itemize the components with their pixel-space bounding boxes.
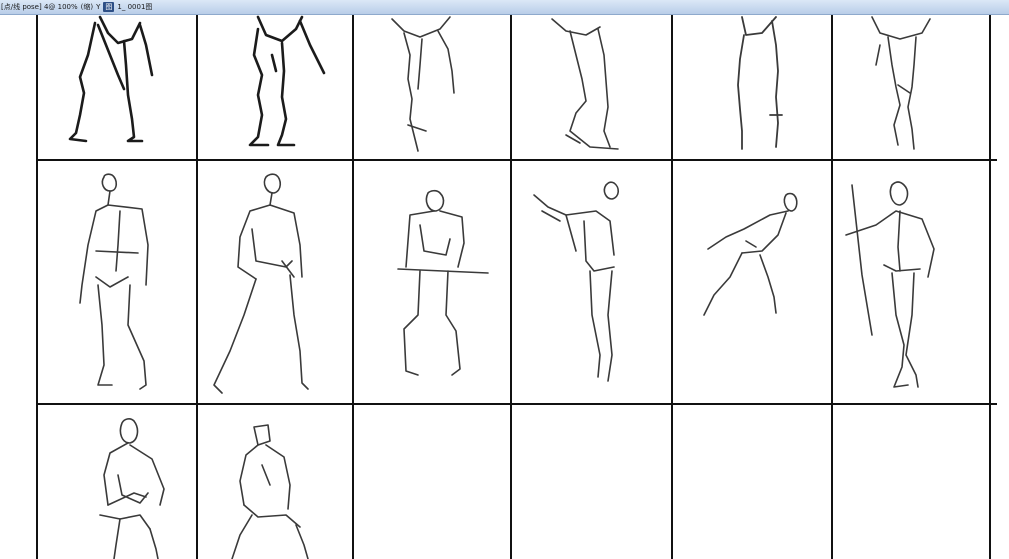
title-tag: 图	[103, 2, 115, 12]
figure-sketch-r2c5	[703, 192, 798, 316]
figure-sketch-r2c3	[397, 189, 489, 376]
figure-sketch-r2c2	[213, 173, 309, 394]
figure-sketch-r1c6	[871, 16, 931, 150]
title-segment: (缩)	[80, 3, 94, 11]
title-segment: Y	[96, 3, 101, 11]
panel-grid	[36, 15, 997, 559]
sketch-sheet	[36, 15, 997, 559]
figure-sketch-r2c4	[533, 181, 620, 382]
figure-sketch-r3c1	[99, 418, 165, 559]
figure-sketch-r1c5	[737, 16, 783, 150]
figure-sketch-r2c1	[79, 173, 149, 390]
figure-sketch-r1c3	[391, 16, 455, 152]
figure-sketch-r1c4	[551, 18, 619, 150]
figure-sketch-r3c2	[231, 424, 309, 559]
title-segment: 1_ 0001图	[117, 3, 153, 11]
figure-sketch-r1c1	[68, 15, 154, 143]
figure-sketch-r1c2	[248, 15, 326, 147]
title-bar: [点/线 pose] 4@ 100% (缩) Y 图 1_ 0001图	[0, 0, 1009, 15]
sketch-canvas[interactable]	[0, 15, 1009, 559]
figure-sketch-r2c6	[845, 181, 935, 388]
title-segment: [点/线 pose] 4@ 100%	[1, 3, 78, 11]
